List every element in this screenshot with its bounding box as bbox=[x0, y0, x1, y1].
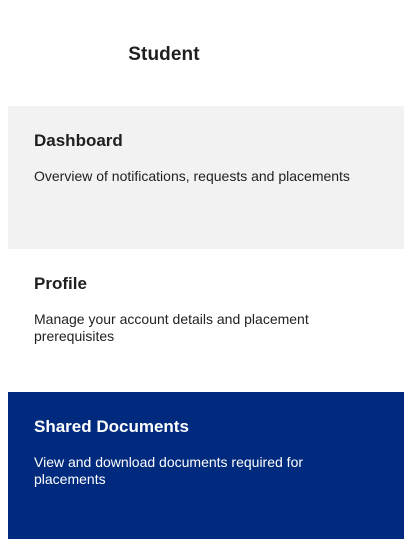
nav-item-shared-documents-title: Shared Documents bbox=[34, 417, 189, 436]
student-nav-menu: Dashboard Overview of notifications, req… bbox=[8, 106, 404, 539]
nav-item-dashboard-title: Dashboard bbox=[34, 131, 123, 150]
nav-item-profile-title: Profile bbox=[34, 274, 87, 293]
panel-title: Student bbox=[128, 44, 200, 65]
nav-item-shared-documents[interactable]: Shared Documents View and download docum… bbox=[8, 392, 404, 539]
nav-item-profile[interactable]: Profile Manage your account details and … bbox=[8, 249, 404, 392]
nav-item-dashboard-description: Overview of notifications, requests and … bbox=[34, 168, 350, 184]
nav-item-dashboard[interactable]: Dashboard Overview of notifications, req… bbox=[8, 106, 404, 249]
nav-item-profile-description: Manage your account details and placemen… bbox=[34, 311, 309, 344]
nav-item-shared-documents-description: View and download documents required for… bbox=[34, 454, 304, 487]
student-navigation-panel: Student Dashboard Overview of notificati… bbox=[0, 0, 404, 539]
panel-header: Student bbox=[0, 0, 328, 100]
